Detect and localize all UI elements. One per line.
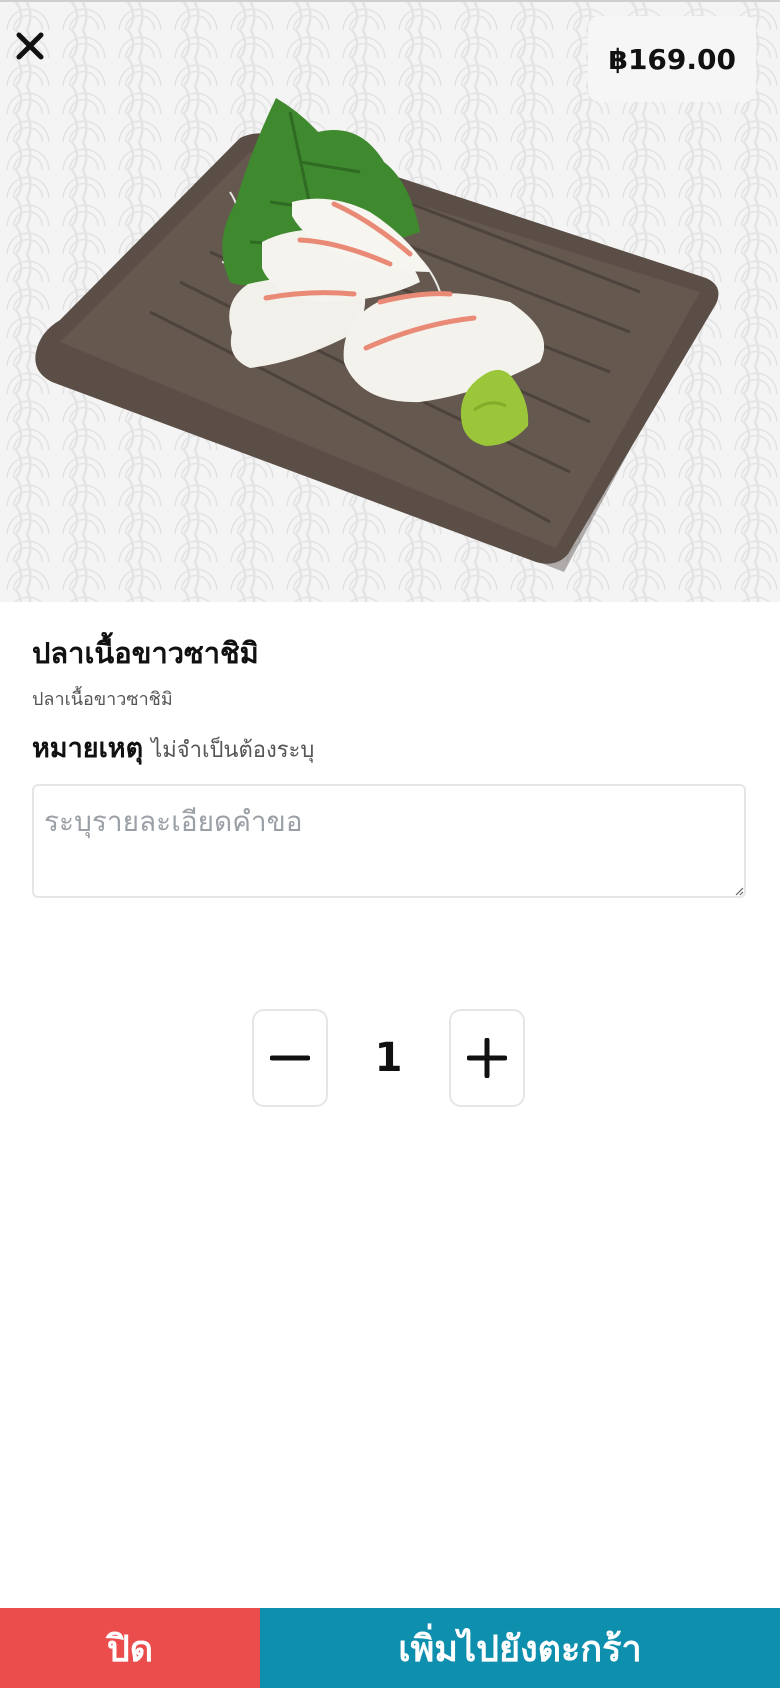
close-icon [16, 32, 44, 60]
decrease-quantity-button[interactable] [252, 1009, 328, 1107]
minus-icon [270, 1055, 310, 1061]
note-input[interactable] [32, 784, 746, 898]
note-header: หมายเหตุ ไม่จำเป็นต้องระบุ [32, 726, 314, 769]
quantity-value: 1 [374, 1035, 403, 1081]
plus-icon [467, 1038, 507, 1078]
product-description: ปลาเนื้อขาวซาชิมิ [32, 689, 173, 710]
bottom-action-bar: ปิด เพิ่มไปยังตะกร้า [0, 1608, 780, 1688]
note-label: หมายเหตุ [32, 733, 144, 764]
product-title: ปลาเนื้อขาวซาชิมิ [32, 636, 259, 670]
increase-quantity-button[interactable] [449, 1009, 525, 1107]
price-badge: ฿169.00 [588, 16, 756, 102]
product-image-area: ฿169.00 [0, 0, 780, 602]
close-button[interactable] [8, 24, 52, 68]
close-modal-button[interactable]: ปิด [0, 1608, 260, 1688]
note-optional-hint: ไม่จำเป็นต้องระบุ [151, 738, 315, 763]
resize-handle-icon[interactable] [734, 886, 744, 896]
quantity-stepper: 1 [252, 1009, 528, 1109]
add-to-cart-button[interactable]: เพิ่มไปยังตะกร้า [260, 1608, 780, 1688]
